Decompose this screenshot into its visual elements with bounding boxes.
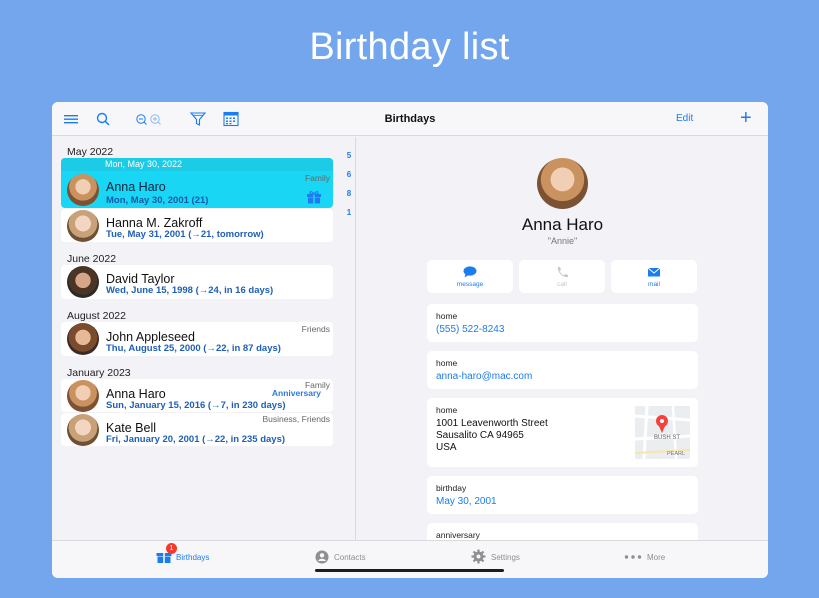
map-thumbnail[interactable]: BUSH ST PEARL [635,406,690,459]
index-item[interactable]: 6 [342,170,356,179]
detail-name: Anna Haro [521,215,604,234]
address-line: USA [436,442,457,453]
birthday-date: Fri, January 20, 2001 (→22, in 235 days) [106,434,286,445]
app-window: Birthdays Edit + May 2022 Mon, May 30, 2… [52,102,768,578]
index-item[interactable]: 1 [342,208,356,217]
birthday-list[interactable]: May 2022 Mon, May 30, 2022 Anna Haro Mon… [52,137,356,540]
birthday-date: Mon, May 30, 2001 (21) [106,195,209,206]
birthday-card[interactable]: birthday May 30, 2001 [427,476,698,514]
tab-bar: 1 Birthdays Contacts Settings More [52,540,768,578]
birthday-date: Tue, May 31, 2001 (→21, tomorrow) [106,229,264,240]
avatar [67,174,99,206]
edit-button[interactable]: Edit [676,113,693,124]
birthday-date: Sun, January 15, 2016 (→7, in 230 days) [106,400,286,411]
tab-label: Birthdays [176,553,210,562]
field-label: home [436,311,458,321]
list-item-selected[interactable]: Mon, May 30, 2022 Anna Haro Mon, May 30,… [61,158,333,208]
mail-icon [647,267,661,277]
action-label: call [557,281,567,288]
group-tag: Family [304,173,330,183]
address-line: 1001 Leavenworth Street [436,418,548,429]
address-line: Sausalito CA 94965 [436,430,524,441]
field-label: home [436,358,458,368]
contact-detail[interactable]: Anna Haro "Annie" message call mail home… [357,137,768,540]
list-item[interactable]: David Taylor Wed, June 15, 1998 (→24, in… [61,265,333,299]
field-label: birthday [436,483,467,493]
index-item[interactable]: 8 [342,189,356,198]
tab-contacts[interactable]: Contacts [315,549,385,565]
email-card[interactable]: home anna-haro@mac.com [427,351,698,389]
contact-name: John Appleseed [106,330,195,344]
tab-label: More [647,553,666,562]
contact-name: Anna Haro [106,180,166,194]
map-street-label: BUSH ST [654,435,681,441]
anniversary-card[interactable]: anniversary [427,523,698,540]
phone-card[interactable]: home (555) 522-8243 [427,304,698,342]
map-street-label: PEARL [667,451,686,457]
avatar [67,266,99,298]
contact-name: Kate Bell [106,421,157,435]
contact-name: Hanna M. Zakroff [106,216,203,230]
birthday-date: Thu, August 25, 2000 (→22, in 87 days) [106,343,281,354]
phone-icon [557,267,568,278]
list-item[interactable]: John Appleseed Thu, August 25, 2000 (→22… [61,322,333,356]
detail-nickname: "Annie" [547,236,578,246]
list-item[interactable]: Anna Haro Sun, January 15, 2016 (→7, in … [61,379,333,412]
avatar [67,210,99,242]
call-button[interactable]: call [519,260,605,293]
tab-settings[interactable]: Settings [471,549,541,565]
navigation-bar: Birthdays Edit + [52,102,768,136]
anniversary-tag: Anniversary [271,388,321,398]
add-button[interactable]: + [740,106,752,130]
field-label: anniversary [436,530,480,540]
section-header: June 2022 [67,253,117,265]
list-item[interactable]: Hanna M. Zakroff Tue, May 31, 2001 (→21,… [61,209,333,242]
avatar [67,380,99,412]
section-header: August 2022 [67,310,126,322]
hero-title: Birthday list [309,26,510,68]
gear-icon [471,549,486,564]
tab-more[interactable]: More [624,549,694,565]
tab-label: Contacts [334,553,366,562]
birthday-value[interactable]: May 30, 2001 [436,496,497,507]
message-icon [463,266,477,278]
tab-birthdays[interactable]: 1 Birthdays [156,543,226,565]
person-icon [315,550,329,564]
mail-button[interactable]: mail [611,260,697,293]
section-header: May 2022 [67,146,114,158]
list-item[interactable]: Kate Bell Fri, January 20, 2001 (→22, in… [61,413,333,446]
gift-icon [307,191,321,204]
group-tag: Business, Friends [262,414,330,424]
page-title: Birthdays [384,113,436,125]
message-button[interactable]: message [427,260,513,293]
tab-label: Settings [491,553,520,562]
phone-value[interactable]: (555) 522-8243 [436,324,504,335]
group-tag: Friends [301,324,330,334]
contact-name: David Taylor [106,272,175,286]
section-header: January 2023 [67,367,131,379]
section-index[interactable]: 5 6 8 1 [342,151,356,227]
index-item[interactable]: 5 [342,151,356,160]
selected-date-bar: Mon, May 30, 2022 [61,158,333,171]
field-label: home [436,405,458,415]
home-indicator [315,569,504,572]
avatar [67,414,99,446]
email-value[interactable]: anna-haro@mac.com [436,371,532,382]
more-icon [624,555,642,559]
avatar [67,323,99,355]
contact-name: Anna Haro [106,387,166,401]
action-label: mail [648,281,660,288]
address-card[interactable]: home 1001 Leavenworth Street Sausalito C… [427,398,698,467]
avatar [537,158,588,209]
action-label: message [456,281,484,288]
birthday-date: Wed, June 15, 1998 (→24, in 16 days) [106,285,274,296]
